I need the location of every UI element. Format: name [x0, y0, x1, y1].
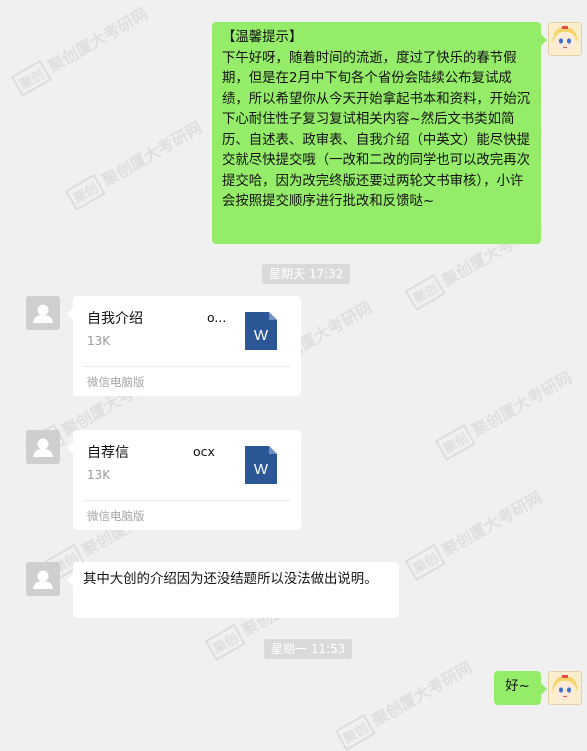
divider [83, 500, 291, 501]
contact-message-bubble[interactable]: 其中大创的介绍因为还没结题所以没法做出说明。 [67, 562, 399, 618]
contact-avatar[interactable] [26, 562, 60, 596]
file-source: 微信电脑版 [87, 509, 145, 523]
timestamp: 星期一 11:53 [264, 639, 353, 659]
person-silhouette-icon [33, 304, 53, 323]
anime-avatar-icon [549, 23, 581, 55]
file-name: 自荐信 [87, 445, 129, 461]
file-size: 13K [87, 468, 111, 482]
watermark: 聚创聚创厦大考研网 [64, 114, 206, 211]
message-text: 其中大创的介绍因为还没结题所以没法做出说明。 [83, 572, 378, 587]
watermark: 聚创聚创厦大考研网 [10, 0, 152, 97]
file-extension: ocx [193, 444, 215, 459]
message-text: 好~ [505, 679, 530, 694]
watermark: 聚创聚创厦大考研网 [434, 364, 576, 461]
self-avatar[interactable] [548, 22, 582, 56]
word-document-icon: W [245, 446, 277, 484]
message-title: 【温馨提示】 [222, 30, 303, 45]
self-avatar[interactable] [548, 671, 582, 705]
person-silhouette-icon [33, 438, 53, 457]
word-icon-letter: W [254, 327, 269, 344]
watermark: 聚创聚创厦大考研网 [334, 654, 476, 751]
file-extension: o... [207, 310, 227, 325]
file-message-card[interactable]: 自我介绍 o... 13K W 微信电脑版 [67, 296, 301, 396]
message-text: 下午好呀，随着时间的流逝，度过了快乐的春节假期，但是在2月中下旬各个省份会陆续公… [222, 50, 530, 210]
file-name: 自我介绍 [87, 311, 143, 327]
person-silhouette-icon [33, 570, 53, 589]
own-message-bubble[interactable]: 好~ [494, 671, 547, 705]
file-size: 13K [87, 334, 111, 348]
divider [83, 366, 291, 367]
word-document-icon: W [245, 312, 277, 350]
file-source: 微信电脑版 [87, 375, 145, 389]
contact-avatar[interactable] [26, 296, 60, 330]
file-message-card[interactable]: 自荐信 ocx 13K W 微信电脑版 [67, 430, 301, 530]
watermark: 聚创聚创厦大考研网 [404, 484, 546, 581]
anime-avatar-icon [549, 672, 581, 704]
timestamp: 星期天 17:32 [262, 264, 351, 284]
word-icon-letter: W [254, 461, 269, 478]
contact-avatar[interactable] [26, 430, 60, 464]
own-message-bubble[interactable]: 【温馨提示】 下午好呀，随着时间的流逝，度过了快乐的春节假期，但是在2月中下旬各… [212, 22, 547, 244]
